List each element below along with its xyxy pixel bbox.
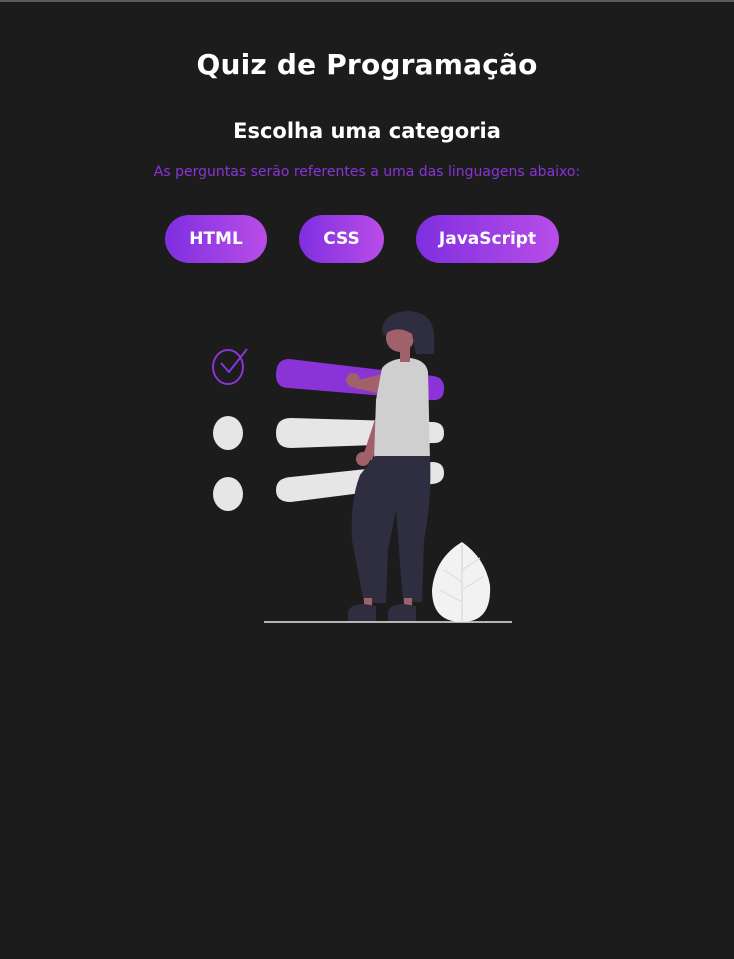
page-title: Quiz de Programação bbox=[196, 48, 538, 81]
woman-checklist-illustration bbox=[212, 311, 512, 623]
check-icon bbox=[212, 348, 248, 385]
category-description: As perguntas serão referentes a uma das … bbox=[153, 164, 581, 180]
category-button-css[interactable]: CSS bbox=[299, 215, 384, 263]
plant-icon bbox=[432, 542, 491, 622]
woman-figure bbox=[346, 311, 434, 622]
category-heading: Escolha uma categoria bbox=[233, 119, 501, 143]
list-bullet-icon bbox=[213, 416, 243, 450]
category-button-html[interactable]: HTML bbox=[165, 215, 267, 263]
quiz-start-screen: Quiz de Programação Escolha uma categori… bbox=[0, 0, 734, 959]
category-button-javascript[interactable]: JavaScript bbox=[416, 215, 559, 263]
list-bullet-icon bbox=[213, 477, 243, 511]
